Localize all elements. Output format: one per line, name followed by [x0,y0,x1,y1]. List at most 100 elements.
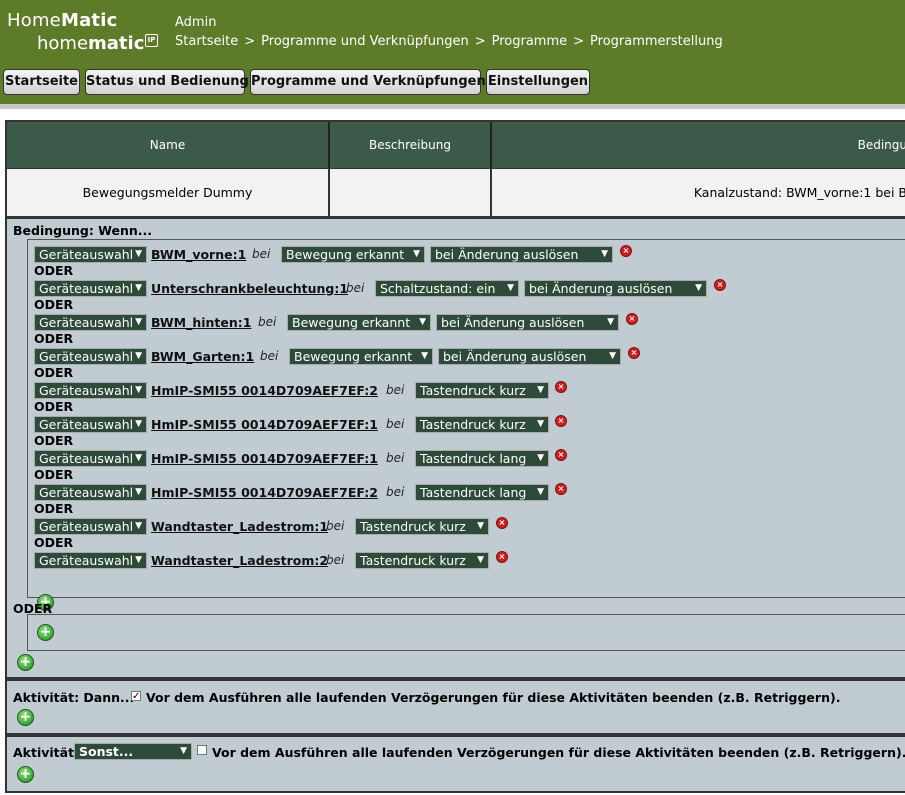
device-link[interactable]: HmIP-SMI55 0014D709AEF7EF:1 [151,450,378,467]
state-select[interactable]: Tastendruck lang ▼ [415,484,549,501]
chevron-down-icon: ▼ [601,249,608,259]
condition-group-empty: + [27,614,905,651]
bei-label: bei [326,519,345,533]
device-select-value: Geräteauswahl [39,383,134,398]
delete-icon[interactable]: × [620,245,632,257]
trigger-select-value: bei Änderung auslösen [529,281,673,296]
chevron-down-icon: ▼ [537,385,544,395]
brand-logo-bottom: homematic [37,33,144,54]
device-select-value: Geräteauswahl [39,315,134,330]
bei-label: bei [346,281,365,295]
or-label: ODER [34,365,74,380]
breadcrumb-item[interactable]: Programme [492,34,568,49]
state-select[interactable]: Tastendruck kurz ▼ [355,552,489,569]
device-select[interactable]: Geräteauswahl ▼ [34,450,147,467]
state-select[interactable]: Schaltzustand: ein ▼ [375,280,519,297]
delete-icon[interactable]: × [626,313,638,325]
nav-startseite-button[interactable]: Startseite [3,69,80,95]
trigger-select[interactable]: bei Änderung auslösen ▼ [438,348,621,365]
device-select-value: Geräteauswahl [39,349,134,364]
device-link[interactable]: HmIP-SMI55 0014D709AEF7EF:2 [151,382,378,399]
state-select[interactable]: Bewegung erkannt ▼ [289,348,433,365]
state-select-value: Tastendruck kurz [360,519,466,534]
device-select[interactable]: Geräteauswahl ▼ [34,348,147,365]
nav-programme-button[interactable]: Programme und Verknüpfungen [250,69,486,95]
breadcrumb-item[interactable]: Programme und Verknüpfungen [261,34,469,49]
checkmark-icon: ✓ [132,691,141,702]
delete-icon[interactable]: × [555,483,567,495]
delete-icon[interactable]: × [555,381,567,393]
or-label: ODER [34,501,74,516]
brand-text: home [37,33,89,54]
trigger-select[interactable]: bei Änderung auslösen ▼ [430,246,613,263]
state-select[interactable]: Tastendruck kurz ▼ [355,518,489,535]
delete-icon[interactable]: × [628,347,640,359]
condition-group: Geräteauswahl ▼ BWM_vorne:1 bei Bewegung erk… [27,239,905,611]
delete-icon[interactable]: × [714,279,726,291]
device-link[interactable]: Wandtaster_Ladestrom:2 [151,552,328,569]
state-select[interactable]: Bewegung erkannt ▼ [287,314,431,331]
add-activity-icon[interactable]: + [17,766,34,783]
device-select[interactable]: Geräteauswahl ▼ [34,314,147,331]
delete-icon[interactable]: × [496,551,508,563]
chevron-down-icon: ▼ [421,351,428,361]
device-select-value: Geräteauswahl [39,281,134,296]
device-select[interactable]: Geräteauswahl ▼ [34,416,147,433]
program-table: Name Beschreibung Bedingu Bewegungsmelde… [5,120,905,218]
nav-einstellungen-button[interactable]: Einstellungen [486,69,590,95]
cell-description[interactable] [330,168,492,216]
add-condition-group-icon[interactable]: + [17,654,34,671]
cell-condition: Kanalzustand: BWM_vorne:1 bei B [492,168,905,216]
device-select[interactable]: Geräteauswahl ▼ [34,382,147,399]
chevron-down-icon: ▼ [477,555,484,565]
breadcrumb-item[interactable]: Startseite [175,34,238,49]
device-link[interactable]: HmIP-SMI55 0014D709AEF7EF:2 [151,484,378,501]
chevron-down-icon: ▼ [135,521,142,531]
chevron-down-icon: ▼ [695,283,702,293]
or-label: ODER [34,535,74,550]
state-select[interactable]: Tastendruck lang ▼ [415,450,549,467]
chevron-down-icon: ▼ [537,487,544,497]
nav-status-button[interactable]: Status und Bedienung [85,69,249,95]
chevron-down-icon: ▼ [477,521,484,531]
column-header-description: Beschreibung [330,122,492,168]
device-select[interactable]: Geräteauswahl ▼ [34,484,147,501]
device-link[interactable]: BWM_hinten:1 [151,314,251,331]
state-select[interactable]: Tastendruck kurz ▼ [415,416,549,433]
device-link[interactable]: BWM_vorne:1 [151,246,246,263]
chevron-down-icon: ▼ [419,317,426,327]
device-link[interactable]: Wandtaster_Ladestrom:1 [151,518,328,535]
chevron-down-icon: ▼ [135,351,142,361]
device-select[interactable]: Geräteauswahl ▼ [34,246,147,263]
chevron-down-icon: ▼ [537,453,544,463]
device-select[interactable]: Geräteauswahl ▼ [34,518,147,535]
delete-icon[interactable]: × [555,449,567,461]
add-condition-icon[interactable]: + [37,624,54,641]
chevron-down-icon: ▼ [135,453,142,463]
state-select[interactable]: Tastendruck kurz ▼ [415,382,549,399]
cell-name[interactable]: Bewegungsmelder Dummy [7,168,330,216]
or-label: ODER [34,263,74,278]
delete-icon[interactable]: × [496,517,508,529]
chevron-down-icon: ▼ [180,746,187,756]
state-select[interactable]: Bewegung erkannt ▼ [281,246,425,263]
device-select-value: Geräteauswahl [39,451,134,466]
state-select-value: Tastendruck lang [420,451,527,466]
add-activity-icon[interactable]: + [17,709,34,726]
chevron-down-icon: ▼ [607,317,614,327]
retrigger-checkbox[interactable]: ✓ [131,691,141,702]
else-select[interactable]: Sonst... ▼ [74,743,192,760]
device-link[interactable]: BWM_Garten:1 [151,348,254,365]
activity-then-panel: Aktivität: Dann... ✓ Vor dem Ausführen a… [5,679,905,735]
device-select[interactable]: Geräteauswahl ▼ [34,280,147,297]
delete-icon[interactable]: × [555,415,567,427]
state-select-value: Tastendruck lang [420,485,527,500]
retrigger-checkbox-else[interactable] [197,745,207,755]
trigger-select[interactable]: bei Änderung auslösen ▼ [436,314,619,331]
device-select[interactable]: Geräteauswahl ▼ [34,552,147,569]
device-link[interactable]: HmIP-SMI55 0014D709AEF7EF:1 [151,416,378,433]
trigger-select[interactable]: bei Änderung auslösen ▼ [524,280,707,297]
bei-label: bei [386,485,405,499]
state-select-value: Bewegung erkannt [294,349,413,364]
device-link[interactable]: Unterschrankbeleuchtung:1 [151,280,348,297]
